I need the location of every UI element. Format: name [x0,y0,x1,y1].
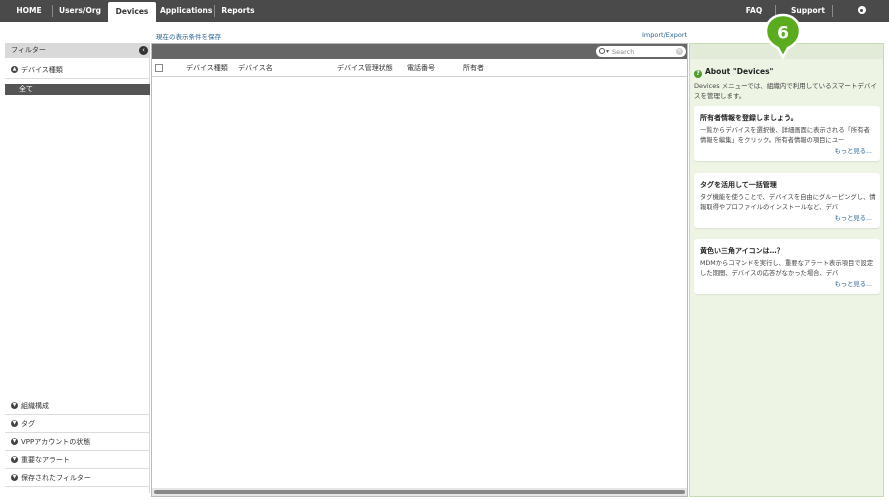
nav-tab-users-org[interactable]: Users/Org [56,0,104,22]
clear-search-icon[interactable]: ✕ [676,48,683,55]
tip-card-title: 黄色い三角アイコンは…？ [700,247,784,255]
tip-card-body: 一覧からデバイスを選択後、詳細画面に表示される「所有者情報を編集」をクリック。所… [700,127,870,144]
device-table: ▾ ✕ デバイス種類 デバイス名 デバイス管理状態 電話番号 所有者 [151,43,688,497]
info-panel: ? About "Devices" Devices メニューでは、組織内で利用して… [689,43,884,497]
filter-section-organization[interactable]: ▼ 組織構成 [5,397,150,415]
filter-section-label: 重要なアラート [21,456,70,464]
info-description: Devices メニューでは、組織内で利用しているスマートデバイスを管理します。 [694,82,877,100]
chevron-down-icon: ▼ [11,402,18,409]
nav-tab-home[interactable]: HOME [10,0,48,22]
chevron-down-icon: ▼ [11,420,18,427]
column-header-phone-number[interactable]: 電話番号 [407,59,435,77]
settings-label: Settings [845,28,881,37]
tip-card-body: タグ機能を使うことで、デバイスを自由にグルーピングし、情報取得やプロファイルのイ… [700,194,876,211]
column-header-device-name[interactable]: デバイス名 [238,59,273,77]
tip-card-tags: タグを活用して一括管理 タグ機能を使うことで、デバイスを自由にグルーピングし、情… [694,173,880,228]
read-more-link[interactable]: もっと見る... [835,279,873,288]
chevron-down-icon: ▼ [11,456,18,463]
nav-tab-devices[interactable]: Devices [108,2,156,22]
filter-section-vpp-account[interactable]: ▼ VPPアカウントの状態 [5,433,150,451]
nav-tab-applications[interactable]: Applications [160,0,212,22]
filter-option-all[interactable]: 全て [5,84,150,95]
chevron-up-icon: ▲ [11,66,18,73]
save-filter-link[interactable]: 現在の表示条件を保存 [156,31,221,41]
callout-marker: 6 [764,13,802,59]
column-header-device-type[interactable]: デバイス種類 [186,59,228,77]
horizontal-scrollbar[interactable] [152,488,687,496]
filter-section-label: 保存されたフィルター [21,474,91,482]
select-all-checkbox[interactable] [155,64,163,72]
filter-section-device-type[interactable]: ▲ デバイス種類 [5,61,150,79]
scrollbar-thumb[interactable] [154,490,685,494]
tip-card-title: 所有者情報を登録しましょう。 [700,114,798,122]
filter-section-label: VPPアカウントの状態 [21,438,91,446]
filter-section-label: タグ [21,420,35,428]
tip-card-title: タグを活用して一括管理 [700,181,777,189]
chevron-down-icon: ▼ [11,474,18,481]
read-more-link[interactable]: もっと見る... [835,146,873,155]
chevron-down-icon: ▼ [11,438,18,445]
filter-section-alerts[interactable]: ▼ 重要なアラート [5,451,150,469]
filter-section-label: デバイス種類 [21,66,63,74]
filter-title: フィルター [11,46,46,54]
chevron-down-icon[interactable]: ▾ [606,46,609,57]
tip-card-yellow-triangle: 黄色い三角アイコンは…？ MDMからコマンドを実行し、重要なアラート表示項目で設… [694,239,880,294]
top-navigation-bar: HOME Users/Org Devices Applications Repo… [0,0,889,37]
callout-number: 6 [777,24,789,44]
nav-separator [52,5,53,17]
filter-section-label: 組織構成 [21,402,49,410]
filter-sidebar: フィルター ‹ ▲ デバイス種類 全て ▼ 組織構成 ▼ タグ ▼ VPPアカウ… [5,43,150,493]
search-icon [599,48,605,54]
tip-card-owner: 所有者情報を登録しましょう。 一覧からデバイスを選択後、詳細画面に表示される「所… [694,106,880,161]
nav-separator [832,5,833,17]
info-title-text: About "Devices" [705,67,774,76]
search-box[interactable]: ▾ ✕ [596,46,686,57]
help-icon: ? [694,70,702,78]
filter-section-saved-filters[interactable]: ▼ 保存されたフィルター [5,469,150,487]
table-toolbar: ▾ ✕ [152,44,687,59]
table-header: デバイス種類 デバイス名 デバイス管理状態 電話番号 所有者 [152,59,687,77]
filter-header: フィルター ‹ [5,43,150,58]
import-export-link[interactable]: Import/Export [642,31,687,39]
nav-settings-link[interactable]: Settings [840,0,886,37]
collapse-sidebar-icon[interactable]: ‹ [139,46,148,55]
nav-tab-reports[interactable]: Reports [220,0,256,22]
tip-card-body: MDMからコマンドを実行し、重要なアラート表示項目で設定した期間、デバイスの応答… [700,260,874,277]
search-input[interactable] [612,47,672,56]
gear-icon [857,6,866,14]
filter-section-tags[interactable]: ▼ タグ [5,415,150,433]
info-title: ? About "Devices" [694,67,773,78]
nav-separator [214,5,215,17]
read-more-link[interactable]: もっと見る... [835,213,873,222]
column-header-management-status[interactable]: デバイス管理状態 [337,59,393,77]
column-header-owner[interactable]: 所有者 [463,59,484,77]
